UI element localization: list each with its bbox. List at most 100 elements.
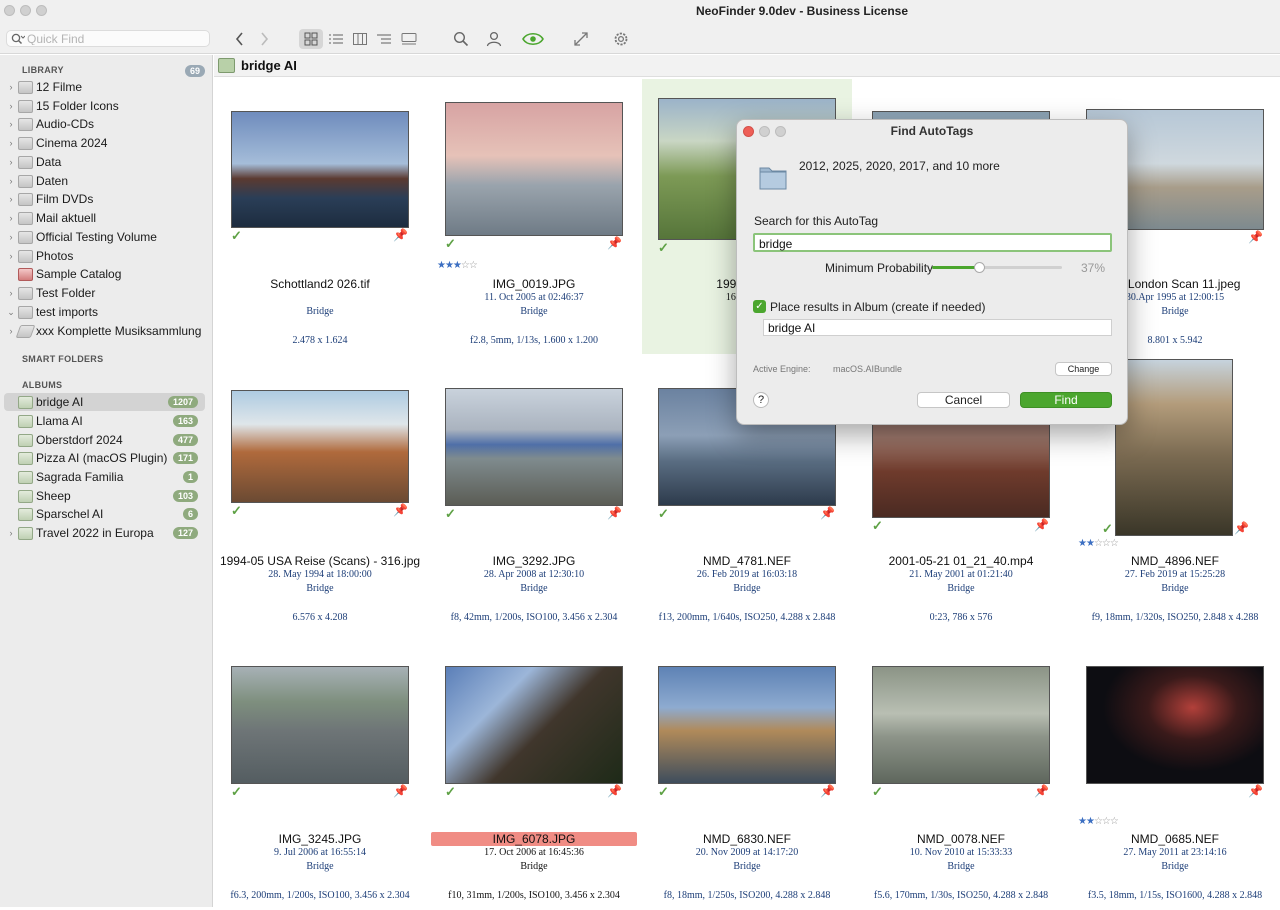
preview-button[interactable]	[521, 29, 545, 49]
grid-view-button[interactable]	[299, 29, 323, 49]
slider-knob[interactable]	[974, 262, 986, 273]
disclosure-icon[interactable]: ›	[4, 288, 18, 298]
people-button[interactable]	[484, 29, 504, 49]
file-meta: f8, 18mm, 1/250s, ISO200, 4.288 x 2.848	[663, 890, 831, 901]
change-engine-button[interactable]: Change	[1055, 362, 1112, 376]
grid-item[interactable]: ✓ 📌 ★★★☆☆ IMG_0019.JPG 11. Oct 2005 at 0…	[429, 79, 639, 354]
checkmark-icon: ✓	[445, 784, 456, 799]
library-count-badge: 69	[184, 65, 205, 77]
autotag-search-field[interactable]: bridge	[753, 233, 1112, 252]
close-window-button[interactable]	[4, 5, 15, 16]
catalog-icon	[18, 305, 33, 319]
back-icon	[235, 32, 243, 46]
cancel-button[interactable]: Cancel	[917, 392, 1010, 408]
sidebar-item-cinema-2024[interactable]: › Cinema 2024	[4, 134, 205, 152]
column-view-button[interactable]	[351, 29, 369, 49]
grid-item-selected[interactable]: ✓ 📌 IMG_6078.JPG 17. Oct 2006 at 16:45:3…	[429, 635, 639, 910]
disclosure-icon[interactable]: ›	[4, 138, 18, 148]
help-button[interactable]: ?	[753, 392, 769, 408]
min-probability-slider[interactable]	[932, 262, 1062, 273]
sidebar-item-film-dvds[interactable]: › Film DVDs	[4, 190, 205, 208]
disclosure-icon[interactable]: ›	[4, 176, 18, 186]
grid-item[interactable]: ✓ 📌 IMG_3245.JPG 9. Jul 2006 at 16:55:14…	[215, 635, 425, 910]
file-meta: 0:23, 786 x 576	[929, 612, 993, 623]
quick-find[interactable]	[6, 30, 210, 47]
pin-icon: 📌	[820, 506, 835, 520]
quick-find-input[interactable]	[27, 32, 205, 45]
album-item-sparschel-ai[interactable]: Sparschel AI 6	[4, 505, 205, 523]
grid-item[interactable]: ✓ 📌 NMD_0078.NEF 10. Nov 2010 at 15:33:3…	[856, 635, 1066, 910]
grid-item[interactable]: ✓ 📌 1994-05 USA Reise (Scans) - 316.jpg …	[215, 357, 425, 632]
album-name: Travel 2022 in Europa	[36, 526, 154, 540]
zoom-window-button[interactable]	[36, 5, 47, 16]
file-meta: f5.6, 170mm, 1/30s, ISO250, 4.288 x 2.84…	[873, 890, 1049, 901]
settings-button[interactable]	[611, 29, 631, 49]
grid-item[interactable]: ✓ 📌 Schottland2 026.tif Bridge 2.478 x 1…	[215, 79, 425, 354]
disclosure-icon[interactable]: ›	[4, 119, 18, 129]
album-item-llama-ai[interactable]: Llama AI 163	[4, 412, 205, 430]
fullscreen-button[interactable]	[571, 29, 591, 49]
grid-item[interactable]: ✓ 📌 NMD_6830.NEF 20. Nov 2009 at 14:17:2…	[642, 635, 852, 910]
album-name-field[interactable]: bridge AI	[763, 319, 1112, 336]
rating-stars[interactable]: ★★★☆☆	[437, 260, 478, 271]
back-button[interactable]	[231, 29, 249, 49]
disclosure-icon[interactable]: ›	[4, 157, 18, 167]
sidebar-item-photos[interactable]: › Photos	[4, 247, 205, 265]
file-name: IMG_3245.JPG	[278, 832, 362, 846]
rating-stars[interactable]: ★★☆☆☆	[1078, 816, 1119, 827]
sidebar-item-label: Official Testing Volume	[36, 230, 157, 244]
album-item-pizza-ai[interactable]: Pizza AI (macOS Plugin) 171	[4, 449, 205, 467]
find-button[interactable]: Find	[1020, 392, 1112, 408]
album-count-badge: 1	[182, 471, 198, 483]
sidebar-item-12-filme[interactable]: › 12 Filme	[4, 78, 205, 96]
minimize-window-button[interactable]	[20, 5, 31, 16]
pin-icon: 📌	[607, 236, 622, 250]
sidebar-item-mail-aktuell[interactable]: › Mail aktuell	[4, 209, 205, 227]
disclosure-icon[interactable]: ›	[4, 213, 18, 223]
grid-view-icon	[304, 32, 318, 46]
disclosure-icon[interactable]: ›	[4, 194, 18, 204]
grid-item[interactable]: 📌 ★★☆☆☆ NMD_0685.NEF 27. May 2011 at 23:…	[1070, 635, 1280, 910]
disclosure-icon[interactable]: ›	[4, 232, 18, 242]
album-item-bridge-ai[interactable]: bridge AI 1207	[4, 393, 205, 411]
file-name: NMD_4896.NEF	[1130, 554, 1220, 568]
sidebar-item-daten[interactable]: › Daten	[4, 172, 205, 190]
file-tag: Bridge	[306, 861, 334, 872]
outline-view-button[interactable]	[375, 29, 393, 49]
catalog-icon	[18, 230, 33, 244]
album-item-travel-2022[interactable]: › Travel 2022 in Europa 127	[4, 524, 205, 542]
file-tag: Bridge	[1161, 583, 1189, 594]
sidebar-item-test-folder[interactable]: › Test Folder	[4, 284, 205, 302]
slider-fill	[932, 266, 981, 269]
gallery-view-button[interactable]	[399, 29, 419, 49]
disclosure-open-icon[interactable]: ⌄	[4, 307, 18, 318]
file-name: IMG_6078.JPG	[431, 832, 637, 846]
sidebar-item-label: xxx Komplette Musiksammlung	[36, 324, 202, 338]
file-tag: Bridge	[733, 583, 761, 594]
file-tag: Bridge	[520, 306, 548, 317]
sidebar-item-sample-catalog[interactable]: Sample Catalog	[4, 265, 205, 283]
sidebar-item-official-testing-volume[interactable]: › Official Testing Volume	[4, 228, 205, 246]
sidebar-item-xxx-komplette-musiksammlung[interactable]: › xxx Komplette Musiksammlung	[4, 322, 205, 340]
place-results-checkbox[interactable]: ✓	[753, 300, 766, 313]
file-name: IMG_3292.JPG	[492, 554, 576, 568]
sidebar-item-audio-cds[interactable]: › Audio-CDs	[4, 115, 205, 133]
album-item-sagrada-familia[interactable]: Sagrada Familia 1	[4, 468, 205, 486]
disclosure-icon[interactable]: ›	[4, 101, 18, 111]
file-meta: f10, 31mm, 1/200s, ISO100, 3.456 x 2.304	[448, 890, 620, 901]
column-view-icon	[353, 33, 367, 45]
sidebar-item-data[interactable]: › Data	[4, 153, 205, 171]
forward-button[interactable]	[255, 29, 273, 49]
disclosure-icon[interactable]: ›	[4, 528, 18, 538]
album-item-sheep[interactable]: Sheep 103	[4, 487, 205, 505]
sidebar-item-test-imports[interactable]: ⌄ test imports	[4, 303, 205, 321]
disclosure-icon[interactable]: ›	[4, 251, 18, 261]
sidebar-item-15-folder-icons[interactable]: › 15 Folder Icons	[4, 97, 205, 115]
grid-item[interactable]: ✓ 📌 IMG_3292.JPG 28. Apr 2008 at 12:30:1…	[429, 357, 639, 632]
disclosure-icon[interactable]: ›	[4, 82, 18, 92]
search-button[interactable]	[451, 29, 471, 49]
list-view-button[interactable]	[327, 29, 345, 49]
album-item-oberstdorf-2024[interactable]: Oberstdorf 2024 477	[4, 431, 205, 449]
rating-stars[interactable]: ★★☆☆☆	[1078, 538, 1119, 549]
title-bar: NeoFinder 9.0dev - Business License	[0, 0, 1280, 54]
